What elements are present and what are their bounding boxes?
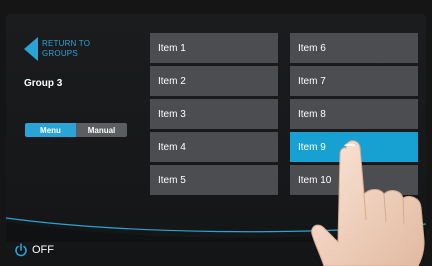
back-label-line1: RETURN TO (42, 39, 91, 48)
power-icon (15, 243, 27, 257)
power-label: OFF (32, 244, 54, 256)
manual-mode-button[interactable]: Manual (76, 123, 127, 137)
power-off-button[interactable]: OFF (14, 242, 54, 258)
touch-panel-device: RETURN TO GROUPS Group 3 Menu Manual Ite… (0, 0, 432, 266)
back-arrow-icon (24, 37, 38, 61)
return-to-groups-button[interactable]: RETURN TO GROUPS (24, 36, 134, 62)
item-button-7[interactable]: Item 7 (290, 66, 418, 96)
item-button-8[interactable]: Item 8 (290, 99, 418, 129)
item-button-10[interactable]: Item 10 (290, 165, 418, 195)
curved-divider (6, 217, 426, 242)
item-button-3[interactable]: Item 3 (150, 99, 278, 129)
item-button-9-selected[interactable]: Item 9 (290, 132, 418, 162)
item-button-4[interactable]: Item 4 (150, 132, 278, 162)
menu-mode-button[interactable]: Menu (25, 123, 76, 137)
back-label-line2: GROUPS (42, 49, 78, 58)
group-title: Group 3 (24, 78, 63, 89)
item-button-1[interactable]: Item 1 (150, 33, 278, 63)
return-to-groups-label: RETURN TO GROUPS (42, 39, 90, 59)
item-button-6[interactable]: Item 6 (290, 33, 418, 63)
mode-toggle: Menu Manual (25, 123, 127, 137)
screen: RETURN TO GROUPS Group 3 Menu Manual Ite… (6, 14, 426, 266)
item-button-5[interactable]: Item 5 (150, 165, 278, 195)
item-button-2[interactable]: Item 2 (150, 66, 278, 96)
